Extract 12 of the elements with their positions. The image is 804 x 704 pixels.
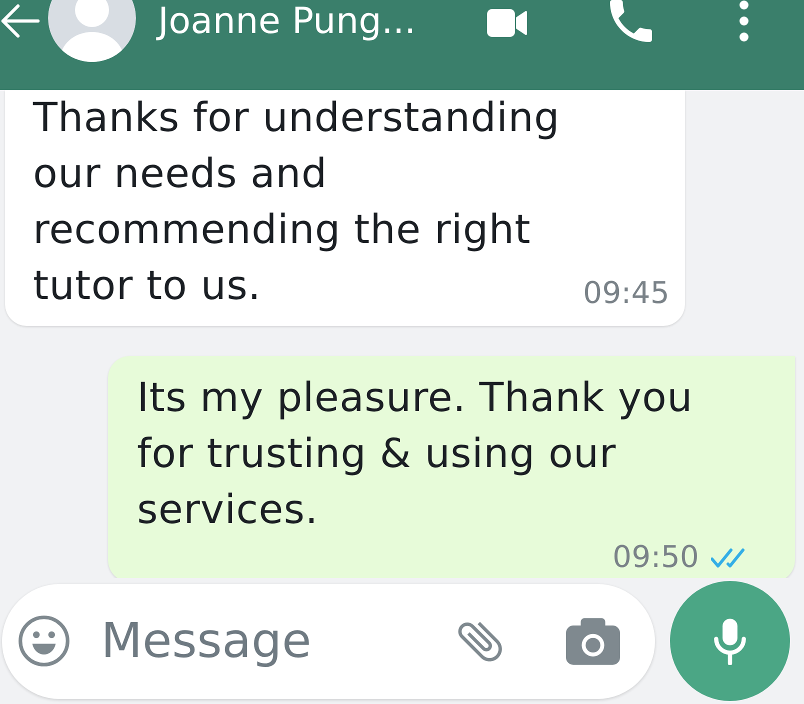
video-call-icon[interactable] (487, 7, 527, 39)
avatar-icon[interactable] (48, 0, 136, 62)
emoji-icon[interactable] (17, 614, 71, 668)
message-text: Its my pleasure. Thank you for trusting & using our services. (137, 374, 694, 535)
contact-name[interactable]: Joanne Pung... (158, 0, 416, 44)
message-field[interactable]: Message (2, 584, 655, 698)
camera-icon[interactable] (566, 618, 620, 664)
message-time: 09:50 (612, 539, 699, 577)
message-time: 09:45 (583, 275, 670, 313)
microphone-icon (713, 617, 747, 665)
phone-call-icon[interactable] (610, 0, 652, 42)
message-text: Thanks for understanding our needs and recommending the right tutor to us. (33, 94, 561, 311)
